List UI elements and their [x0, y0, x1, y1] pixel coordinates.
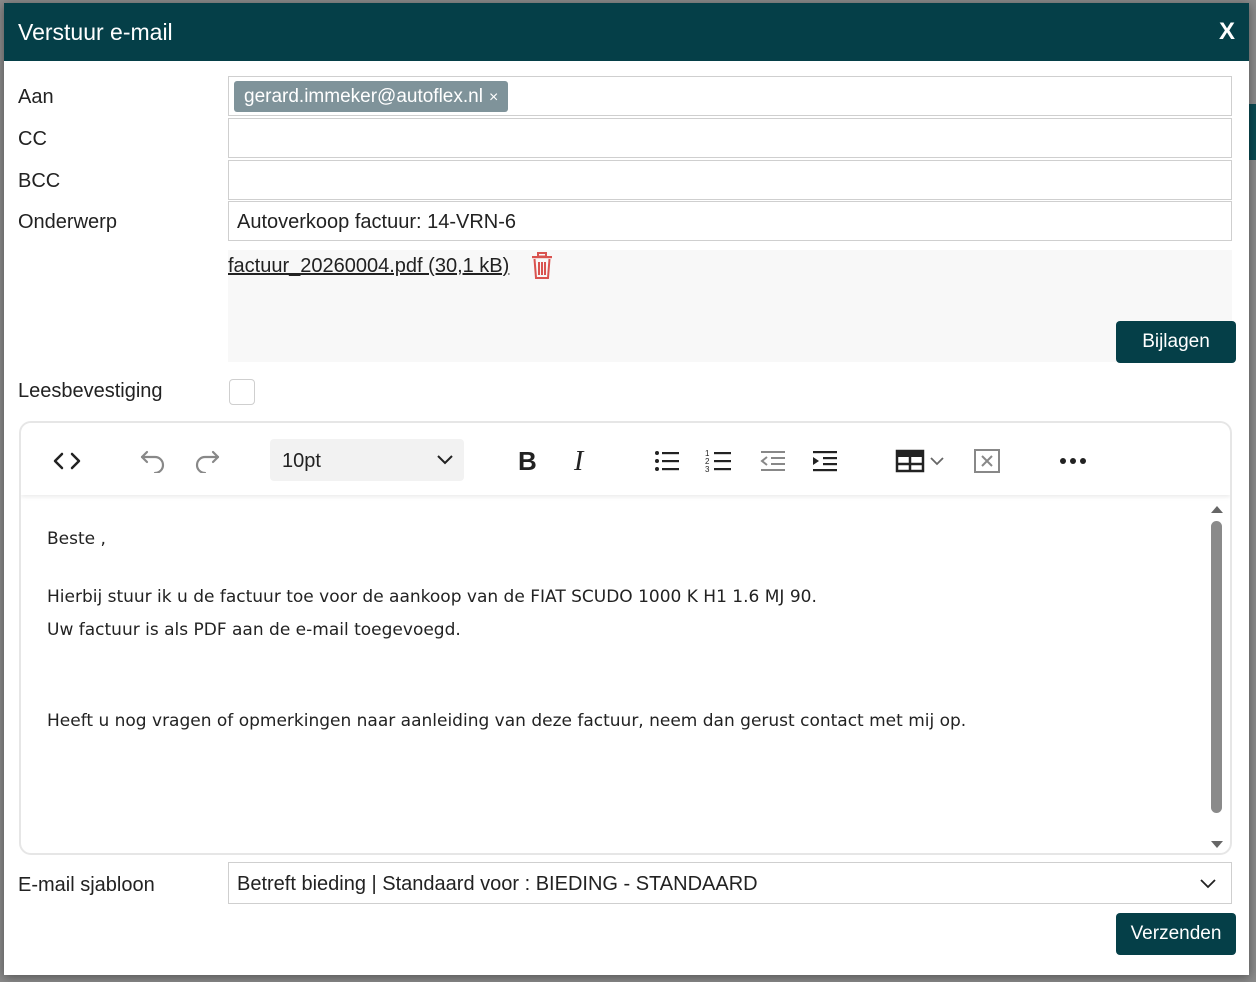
outdent-icon[interactable]	[757, 443, 789, 479]
bold-icon[interactable]: B	[511, 443, 543, 479]
subject-field[interactable]: Autoverkoop factuur: 14-VRN-6	[228, 201, 1232, 241]
scroll-up-arrow-icon[interactable]	[1210, 501, 1224, 519]
recipient-email: gerard.immeker@autoflex.nl	[244, 86, 483, 107]
template-label: E-mail sjabloon	[18, 874, 155, 896]
cc-field[interactable]	[228, 118, 1232, 158]
body-paragraph-1: Hierbij stuur ik u de factuur toe voor d…	[47, 587, 817, 607]
send-email-dialog: Verstuur e-mail X Aan gerard.immeker@aut…	[4, 3, 1249, 975]
rich-text-editor: 10pt B I 123 Beste , Hierbij stuur ik u …	[19, 421, 1232, 855]
read-receipt-checkbox[interactable]	[229, 379, 255, 405]
template-select[interactable]: Betreft bieding | Standaard voor : BIEDI…	[228, 862, 1232, 904]
body-paragraph-2: Uw factuur is als PDF aan de e-mail toeg…	[47, 620, 461, 640]
trash-icon[interactable]	[530, 252, 554, 280]
svg-text:I: I	[573, 448, 585, 474]
background-header-strip	[1248, 104, 1256, 160]
scroll-down-arrow-icon[interactable]	[1210, 837, 1224, 853]
svg-text:B: B	[518, 448, 537, 474]
cc-label: CC	[18, 128, 47, 150]
dialog-title: Verstuur e-mail	[18, 19, 173, 45]
bcc-label: BCC	[18, 170, 61, 192]
editor-toolbar: 10pt B I 123	[21, 423, 1230, 495]
subject-value: Autoverkoop factuur: 14-VRN-6	[237, 211, 517, 233]
template-selected: Betreft bieding | Standaard voor : BIEDI…	[237, 873, 758, 895]
more-icon[interactable]	[1057, 443, 1089, 479]
table-icon[interactable]	[895, 443, 951, 479]
subject-label: Onderwerp	[18, 211, 117, 233]
send-button[interactable]: Verzenden	[1116, 913, 1236, 955]
close-button[interactable]: X	[1219, 20, 1235, 44]
chevron-down-icon	[436, 452, 454, 470]
body-greeting: Beste ,	[47, 529, 106, 549]
remove-format-icon[interactable]	[971, 443, 1003, 479]
bcc-field[interactable]	[228, 160, 1232, 200]
read-receipt-label: Leesbevestiging	[18, 380, 163, 402]
to-label: Aan	[18, 86, 54, 108]
attachment-link[interactable]: factuur_20260004.pdf (30,1 kB)	[228, 254, 509, 278]
bullet-list-icon[interactable]	[651, 443, 683, 479]
font-size-value: 10pt	[282, 450, 321, 472]
numbered-list-icon[interactable]: 123	[703, 443, 735, 479]
to-field[interactable]: gerard.immeker@autoflex.nl ×	[228, 76, 1232, 116]
indent-icon[interactable]	[809, 443, 841, 479]
chevron-down-icon	[1199, 876, 1217, 894]
scrollbar-thumb[interactable]	[1211, 521, 1222, 813]
attachments-button[interactable]: Bijlagen	[1116, 321, 1236, 363]
attachments-area: factuur_20260004.pdf (30,1 kB)	[228, 250, 1232, 362]
remove-recipient-icon[interactable]: ×	[489, 89, 498, 106]
font-size-select[interactable]: 10pt	[270, 439, 464, 481]
undo-icon[interactable]	[137, 443, 169, 479]
dialog-titlebar: Verstuur e-mail X	[4, 3, 1249, 61]
svg-text:3: 3	[705, 465, 710, 474]
recipient-chip: gerard.immeker@autoflex.nl ×	[234, 81, 509, 112]
italic-icon[interactable]: I	[565, 443, 597, 479]
source-code-icon[interactable]	[51, 443, 83, 479]
redo-icon[interactable]	[191, 443, 223, 479]
body-paragraph-3: Heeft u nog vragen of opmerkingen naar a…	[47, 711, 967, 731]
